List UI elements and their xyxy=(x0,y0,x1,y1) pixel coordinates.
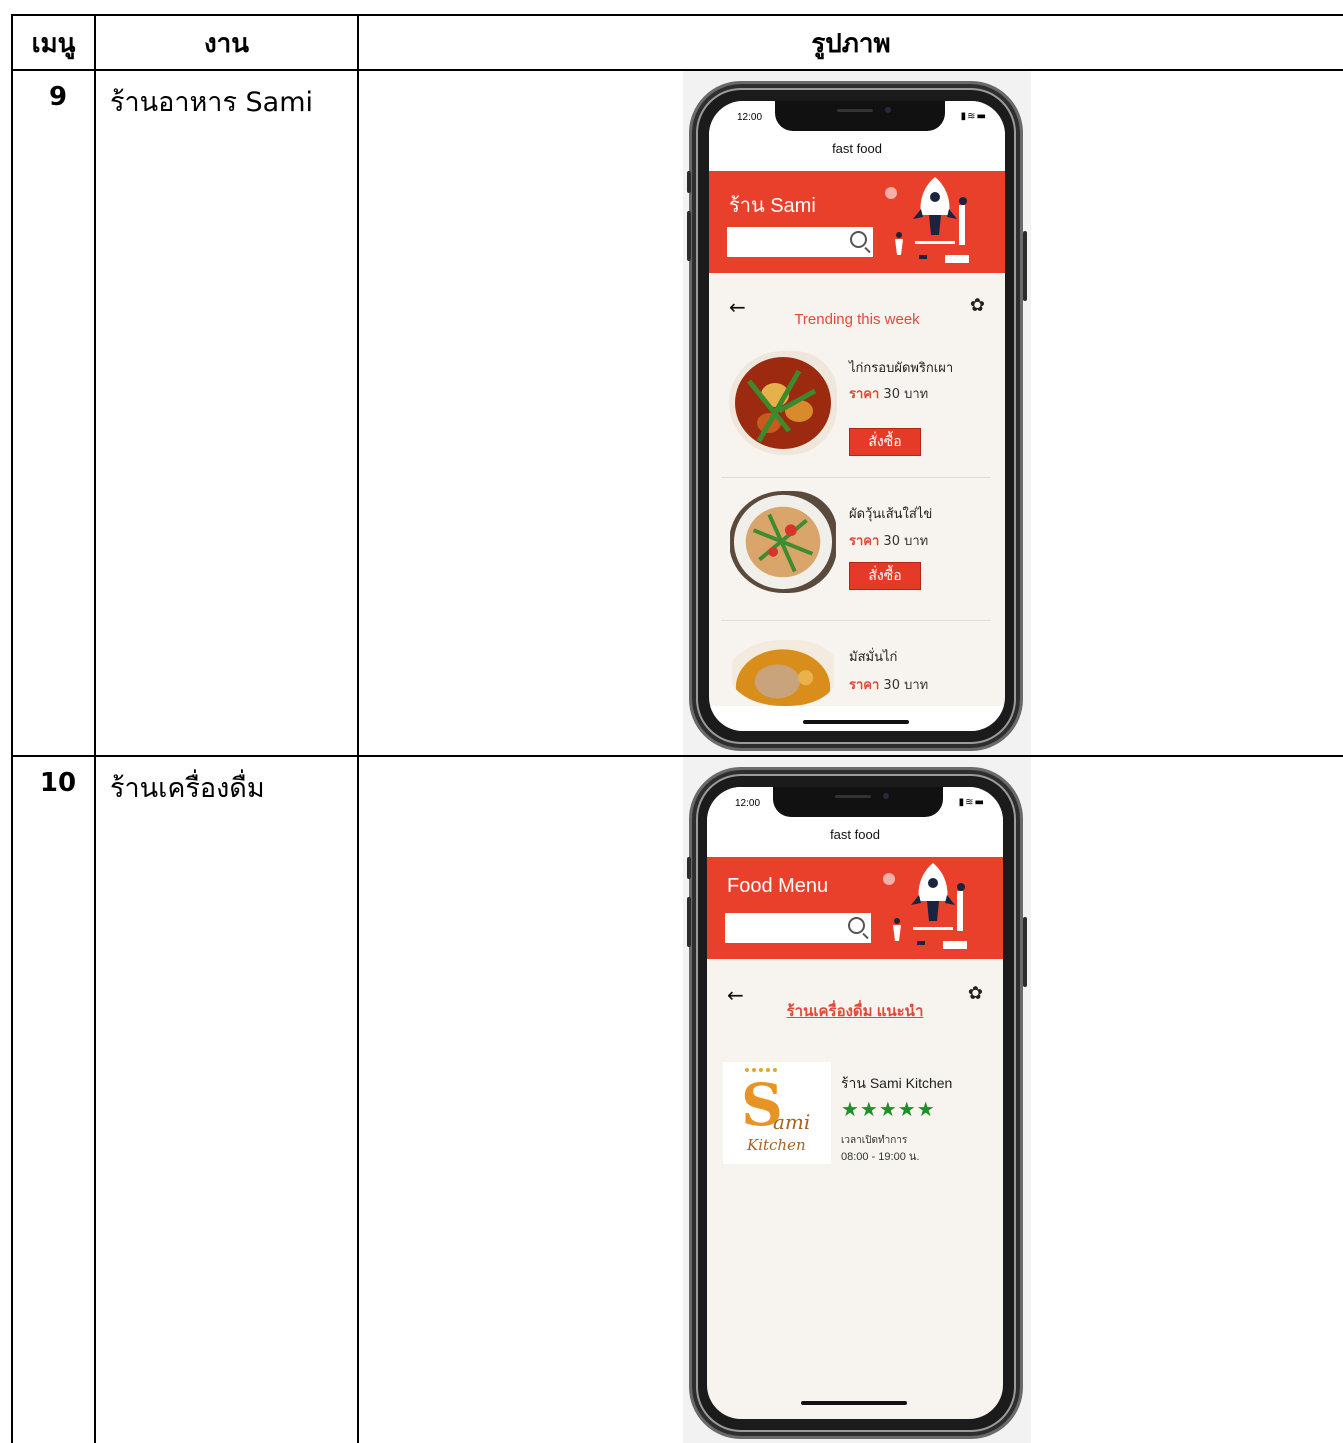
battery-icon: ▬ xyxy=(974,797,985,808)
opening-hours: 08:00 - 19:00 น. xyxy=(841,1151,920,1163)
price-value: 30 บาท xyxy=(883,534,929,549)
food-name: ไก่กรอบผัดพริกเผา xyxy=(849,361,954,376)
shop-title: Food Menu xyxy=(727,875,829,897)
row-number: 10 xyxy=(39,768,77,798)
search-input[interactable] xyxy=(725,913,871,943)
row-task: ร้านอาหาร Sami xyxy=(110,87,314,118)
header-banner: Food Menu xyxy=(707,857,1003,959)
side-button xyxy=(687,171,691,193)
shop-name[interactable]: ร้าน Sami Kitchen xyxy=(841,1073,952,1095)
food-name: ผัดวุ้นเส้นใส่ไข่ xyxy=(849,507,933,522)
home-indicator[interactable] xyxy=(803,720,909,724)
food-image xyxy=(730,491,836,593)
food-price: ราคา 30 บาท xyxy=(849,383,928,404)
row-number: 9 xyxy=(48,82,68,112)
status-time: 12:00 xyxy=(735,798,761,809)
price-value: 30 บาท xyxy=(883,678,929,693)
price-value: 30 บาท xyxy=(883,387,929,402)
price-label: ราคา xyxy=(849,678,880,693)
status-time: 12:00 xyxy=(737,112,763,123)
header-menu: เมนู xyxy=(31,28,76,59)
status-icons: ▮≋▬ xyxy=(959,797,985,808)
phone-screen: 12:00 ▮≋▬ fast food Food Menu ← ✿ ร้านเค… xyxy=(707,787,1003,1419)
shop-logo[interactable]: S ami Kitchen xyxy=(723,1062,831,1164)
side-button xyxy=(687,857,691,879)
divider xyxy=(721,620,991,621)
rocket-illustration-icon xyxy=(885,177,969,263)
table-border xyxy=(94,14,96,1443)
header-banner: ร้าน Sami xyxy=(709,171,1005,273)
wifi-icon: ≋ xyxy=(967,111,977,122)
rating-stars: ★★★★★ xyxy=(841,1097,936,1121)
hours-label: เวลาเปิดทำการ xyxy=(841,1135,908,1146)
divider xyxy=(721,477,991,478)
price-label: ราคา xyxy=(849,387,880,402)
section-title: Trending this week xyxy=(794,311,920,328)
phone-mockup-drinks: 12:00 ▮≋▬ fast food Food Menu ← ✿ ร้านเค… xyxy=(683,757,1031,1443)
table-border xyxy=(11,755,1343,757)
section-title[interactable]: ร้านเครื่องดื่ม แนะนำ xyxy=(707,999,1003,1023)
header-image: รูปภาพ xyxy=(811,28,891,59)
phone-mockup-restaurant: 12:00 ▮≋▬ fast food ร้าน Sami ← ✿ Trendi… xyxy=(683,71,1031,755)
food-price: ราคา 30 บาท xyxy=(849,530,928,551)
buy-button[interactable]: สั่งซื้อ xyxy=(849,428,921,456)
side-button xyxy=(687,211,691,261)
logo-ami: ami xyxy=(773,1110,811,1134)
search-icon[interactable] xyxy=(848,917,865,934)
food-price: ราคา 30 บาท xyxy=(849,674,928,695)
table: เมนู งาน รูปภาพ 9 ร้านอาหาร Sami 10 ร้าน… xyxy=(0,0,1343,1443)
home-indicator[interactable] xyxy=(801,1401,907,1405)
rocket-illustration-icon xyxy=(883,863,967,949)
status-icons: ▮≋▬ xyxy=(961,111,987,122)
app-title: fast food xyxy=(832,141,882,156)
buy-button[interactable]: สั่งซื้อ xyxy=(849,562,921,590)
notch xyxy=(773,787,943,817)
food-name: มัสมั่นไก่ xyxy=(849,650,898,665)
notch xyxy=(775,101,945,131)
search-input[interactable] xyxy=(727,227,873,257)
app-title: fast food xyxy=(830,827,880,842)
header-task: งาน xyxy=(203,28,250,59)
table-border xyxy=(11,14,13,1443)
wifi-icon: ≋ xyxy=(965,797,975,808)
phone-screen: 12:00 ▮≋▬ fast food ร้าน Sami ← ✿ Trendi… xyxy=(709,101,1005,731)
side-button xyxy=(687,897,691,947)
side-button xyxy=(1023,917,1027,987)
battery-icon: ▬ xyxy=(976,111,987,122)
food-image xyxy=(732,640,834,706)
search-icon[interactable] xyxy=(850,231,867,248)
table-border xyxy=(357,14,359,1443)
bottom-bar xyxy=(709,706,1005,731)
side-button xyxy=(1023,231,1027,301)
price-label: ราคา xyxy=(849,534,880,549)
food-image xyxy=(729,351,837,455)
logo-kitchen: Kitchen xyxy=(747,1136,806,1154)
row-task: ร้านเครื่องดื่ม xyxy=(110,773,265,804)
shop-title: ร้าน Sami xyxy=(729,195,816,217)
